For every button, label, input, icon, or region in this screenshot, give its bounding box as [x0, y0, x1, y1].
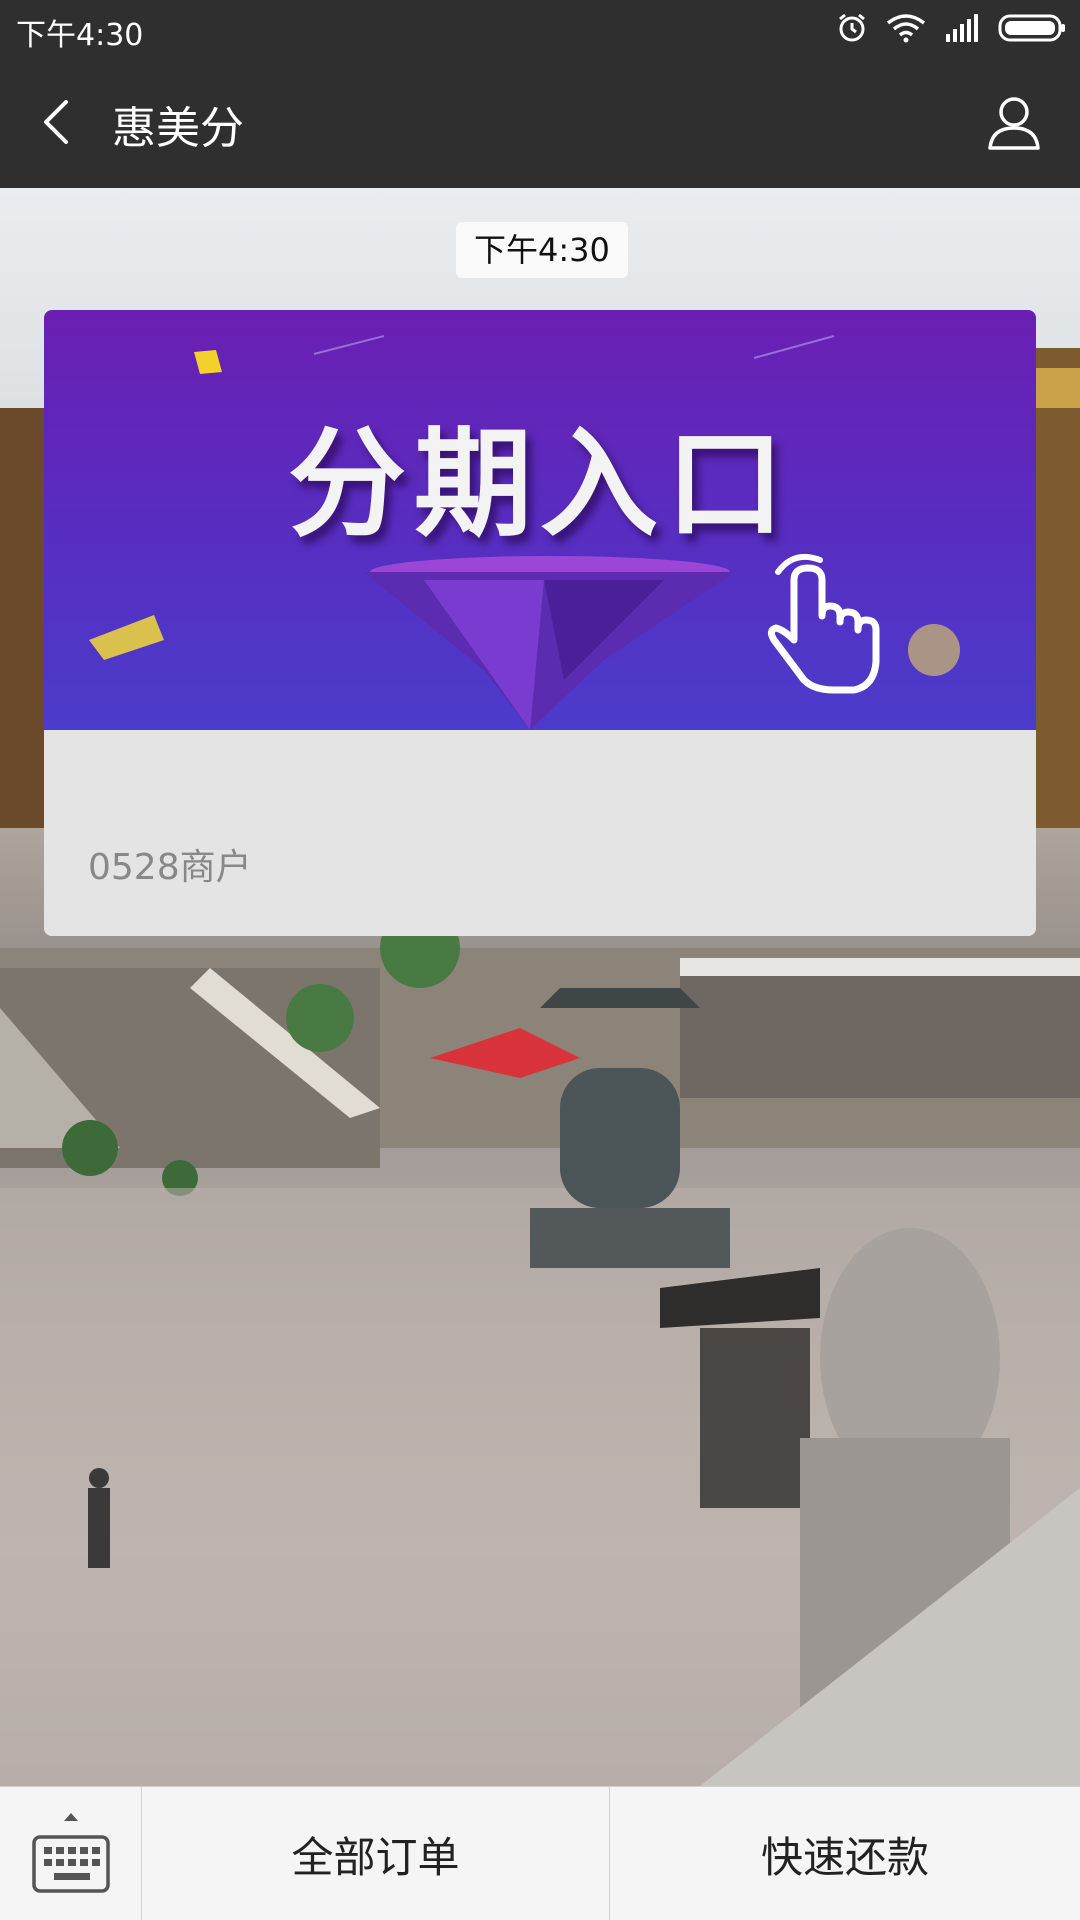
installment-card[interactable]: 分期入口 0528商户 — [44, 310, 1036, 936]
chat-area[interactable]: 下午4:30 分期入口 0528商户 — [0, 188, 1080, 1786]
alarm-icon — [839, 13, 865, 42]
card-banner: 分期入口 — [44, 310, 1036, 730]
wifi-icon — [886, 14, 926, 43]
page-title: 惠美分 — [112, 103, 244, 154]
keyboard-icon — [32, 1813, 110, 1893]
status-bar: 下午4:30 — [0, 0, 1080, 56]
profile-button[interactable] — [984, 92, 1044, 152]
title-bar: 惠美分 — [0, 56, 1080, 188]
timestamp-bubble: 下午4:30 — [456, 222, 628, 278]
keyboard-toggle-button[interactable] — [0, 1787, 142, 1920]
status-time: 下午4:30 — [16, 18, 144, 53]
chevron-left-icon — [44, 100, 68, 144]
hand-pointer-icon — [767, 554, 880, 694]
banner-title: 分期入口 — [287, 415, 792, 553]
back-button[interactable] — [30, 92, 90, 152]
battery-icon — [998, 14, 1065, 42]
menu-all-orders[interactable]: 全部订单 — [142, 1787, 610, 1920]
signal-icon — [946, 14, 978, 42]
menu-quick-repay[interactable]: 快速还款 — [610, 1787, 1080, 1920]
card-footer: 0528商户 — [44, 730, 1036, 936]
bottom-menu-bar: 全部订单 快速还款 — [0, 1786, 1080, 1920]
person-icon — [988, 97, 1040, 150]
status-icons — [836, 10, 1066, 46]
merchant-label: 0528商户 — [88, 847, 252, 888]
